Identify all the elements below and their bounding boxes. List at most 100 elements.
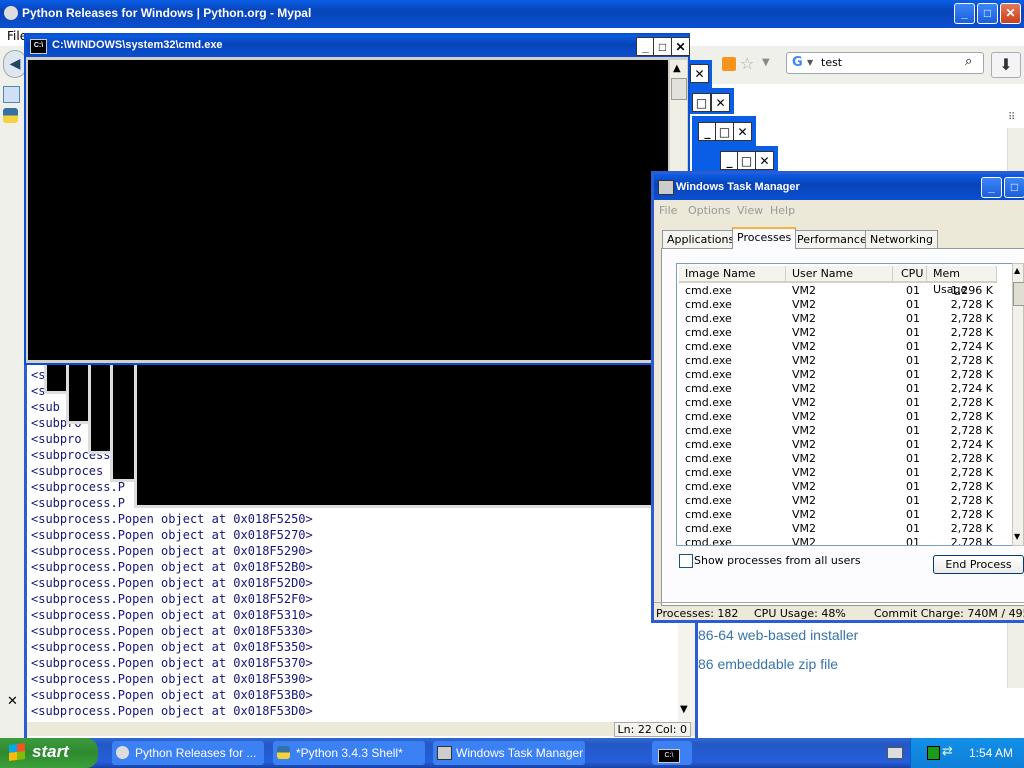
cmd-titlebar[interactable]: C:\ C:\WINDOWS\system32\cmd.exe _ □ ✕ bbox=[26, 35, 690, 57]
zoom-icon[interactable] bbox=[3, 86, 20, 103]
process-mem-usage: 2,724 K bbox=[950, 438, 993, 451]
taskmgr-menu-help[interactable]: Help bbox=[770, 204, 795, 217]
ghost-maximize-button[interactable]: □ bbox=[715, 122, 734, 141]
google-icon[interactable]: G bbox=[792, 55, 803, 70]
cmd-background-window[interactable] bbox=[134, 365, 654, 508]
process-row[interactable]: cmd.exe VM2 01 2,724 K bbox=[677, 382, 1012, 396]
keyboard-icon[interactable] bbox=[887, 747, 903, 759]
cmd-window[interactable]: C:\ C:\WINDOWS\system32\cmd.exe _ □ ✕ ▲ bbox=[24, 33, 690, 365]
process-cpu: 01 bbox=[906, 340, 920, 353]
shell-output-line: <subprocess.Popen object at 0x018F5370> bbox=[31, 656, 313, 670]
link-web-installer[interactable]: 86-64 web-based installer bbox=[698, 627, 858, 643]
process-row[interactable]: cmd.exe VM2 01 2,728 K bbox=[677, 522, 1012, 536]
taskbar-item-python-shell[interactable]: *Python 3.4.3 Shell* bbox=[273, 741, 425, 765]
taskmgr-maximize-button[interactable]: □ bbox=[1004, 177, 1024, 198]
column-mem-usage[interactable]: Mem Usage bbox=[927, 266, 997, 296]
process-cpu: 01 bbox=[906, 326, 920, 339]
ghost-close-button[interactable]: ✕ bbox=[755, 151, 774, 170]
process-row[interactable]: cmd.exe VM2 01 2,728 K bbox=[677, 396, 1012, 410]
process-row[interactable]: cmd.exe VM2 01 2,724 K bbox=[677, 438, 1012, 452]
process-row[interactable]: cmd.exe VM2 01 2,728 K bbox=[677, 452, 1012, 466]
sidebar-close-icon[interactable]: ✕ bbox=[7, 694, 18, 709]
search-input[interactable] bbox=[821, 55, 951, 70]
python-icon[interactable] bbox=[3, 108, 18, 123]
tab-performance[interactable]: Performance bbox=[792, 230, 872, 249]
process-row[interactable]: cmd.exe VM2 01 2,724 K bbox=[677, 340, 1012, 354]
taskmgr-menu-file[interactable]: File bbox=[659, 204, 677, 217]
process-row[interactable]: cmd.exe VM2 01 1,296 K bbox=[677, 284, 1012, 298]
process-row[interactable]: cmd.exe VM2 01 2,728 K bbox=[677, 354, 1012, 368]
process-row[interactable]: cmd.exe VM2 01 2,728 K bbox=[677, 508, 1012, 522]
tab-networking[interactable]: Networking bbox=[865, 230, 938, 249]
ghost-maximize-button[interactable]: □ bbox=[737, 151, 756, 170]
process-user-name: VM2 bbox=[792, 452, 817, 465]
shell-output-line: <subprocess.Popen object at 0x018F52B0> bbox=[31, 560, 313, 574]
start-button[interactable]: start bbox=[0, 738, 98, 768]
process-image-name: cmd.exe bbox=[685, 382, 732, 395]
process-row[interactable]: cmd.exe VM2 01 2,728 K bbox=[677, 298, 1012, 312]
process-row[interactable]: cmd.exe VM2 01 2,728 K bbox=[677, 312, 1012, 326]
process-list-scrollbar[interactable]: ▲ ▼ bbox=[1012, 263, 1024, 546]
process-row[interactable]: cmd.exe VM2 01 2,728 K bbox=[677, 494, 1012, 508]
process-row[interactable]: cmd.exe VM2 01 2,728 K bbox=[677, 466, 1012, 480]
clock[interactable]: 1:54 AM bbox=[969, 746, 1013, 760]
taskmgr-titlebar[interactable]: Windows Task Manager _ □ bbox=[654, 174, 1024, 200]
process-row[interactable]: cmd.exe VM2 01 2,728 K bbox=[677, 410, 1012, 424]
taskmgr-tray-icon[interactable] bbox=[927, 746, 940, 760]
process-scroll-up-icon[interactable]: ▲ bbox=[1014, 266, 1020, 275]
ghost-close-button[interactable]: ✕ bbox=[733, 122, 752, 141]
ghost-close-button[interactable]: ✕ bbox=[711, 93, 730, 112]
cmd-console[interactable] bbox=[28, 60, 668, 360]
cmd-scroll-thumb[interactable] bbox=[671, 78, 687, 100]
ghost-maximize-button[interactable]: □ bbox=[692, 93, 711, 112]
process-cpu: 01 bbox=[906, 438, 920, 451]
process-mem-usage: 1,296 K bbox=[950, 284, 993, 297]
ghost-close-button[interactable]: ✕ bbox=[690, 64, 709, 83]
process-list[interactable]: Image Name User Name CPU Mem Usage cmd.e… bbox=[676, 263, 1013, 546]
bookmark-dropdown-icon[interactable]: ▼ bbox=[762, 57, 770, 68]
process-mem-usage: 2,728 K bbox=[950, 494, 993, 507]
download-icon[interactable]: ⬇ bbox=[991, 52, 1021, 78]
mypal-maximize-button[interactable]: □ bbox=[977, 3, 998, 24]
taskmgr-menu-view[interactable]: View bbox=[737, 204, 763, 217]
tab-processes[interactable]: Processes bbox=[732, 227, 797, 249]
taskbar-item-mypal[interactable]: Python Releases for ... bbox=[112, 741, 264, 765]
process-scroll-thumb[interactable] bbox=[1013, 282, 1024, 306]
process-mem-usage: 2,728 K bbox=[950, 508, 993, 521]
cmd-close-button[interactable]: ✕ bbox=[671, 37, 690, 56]
column-user-name[interactable]: User Name bbox=[786, 266, 893, 283]
mypal-titlebar[interactable]: Python Releases for Windows | Python.org… bbox=[0, 0, 1024, 28]
search-icon[interactable]: ⌕ bbox=[965, 54, 972, 69]
tab-applications[interactable]: Applications bbox=[662, 230, 740, 249]
cmd-scroll-up-icon[interactable]: ▲ bbox=[673, 63, 681, 74]
taskmgr-menubar: File Options View Help bbox=[654, 200, 1024, 220]
taskbar-item-cmd[interactable]: C:\ bbox=[652, 741, 692, 765]
process-row[interactable]: cmd.exe VM2 01 2,728 K bbox=[677, 368, 1012, 382]
network-icon[interactable]: ⇄ bbox=[942, 744, 953, 759]
process-scroll-down-icon[interactable]: ▼ bbox=[1014, 532, 1020, 541]
taskmgr-menu-options[interactable]: Options bbox=[688, 204, 730, 217]
column-image-name[interactable]: Image Name bbox=[679, 266, 786, 283]
search-engine-dropdown-icon[interactable]: ▼ bbox=[807, 58, 813, 67]
search-box[interactable]: G ▼ ⌕ bbox=[786, 52, 984, 74]
column-cpu[interactable]: CPU bbox=[893, 266, 927, 283]
cmd-maximize-button[interactable]: □ bbox=[653, 37, 672, 56]
process-row[interactable]: cmd.exe VM2 01 2,728 K bbox=[677, 424, 1012, 438]
end-process-button[interactable]: End Process bbox=[933, 555, 1024, 574]
mypal-minimize-button[interactable]: _ bbox=[954, 3, 975, 24]
show-all-processes-label[interactable]: Show processes from all users bbox=[694, 554, 861, 567]
taskmgr-minimize-button[interactable]: _ bbox=[981, 177, 1002, 198]
taskbar-item-task-manager[interactable]: Windows Task Manager bbox=[433, 741, 585, 765]
process-row[interactable]: cmd.exe VM2 01 2,728 K bbox=[677, 480, 1012, 494]
rss-icon[interactable] bbox=[722, 57, 736, 71]
shell-output-line: <subprocess.Popen object at 0x018F5250> bbox=[31, 512, 313, 526]
show-all-processes-checkbox[interactable] bbox=[679, 554, 693, 568]
mypal-close-button[interactable]: ✕ bbox=[1000, 3, 1021, 24]
process-row[interactable]: cmd.exe VM2 01 2,728 K bbox=[677, 326, 1012, 340]
link-embeddable-zip[interactable]: 86 embeddable zip file bbox=[698, 656, 838, 672]
process-user-name: VM2 bbox=[792, 536, 817, 546]
scroll-down-arrow-icon[interactable]: ▼ bbox=[680, 704, 688, 715]
process-row[interactable]: cmd.exe VM2 01 2,728 K bbox=[677, 536, 1012, 546]
bookmark-star-icon[interactable]: ☆ bbox=[740, 54, 754, 73]
process-image-name: cmd.exe bbox=[685, 396, 732, 409]
